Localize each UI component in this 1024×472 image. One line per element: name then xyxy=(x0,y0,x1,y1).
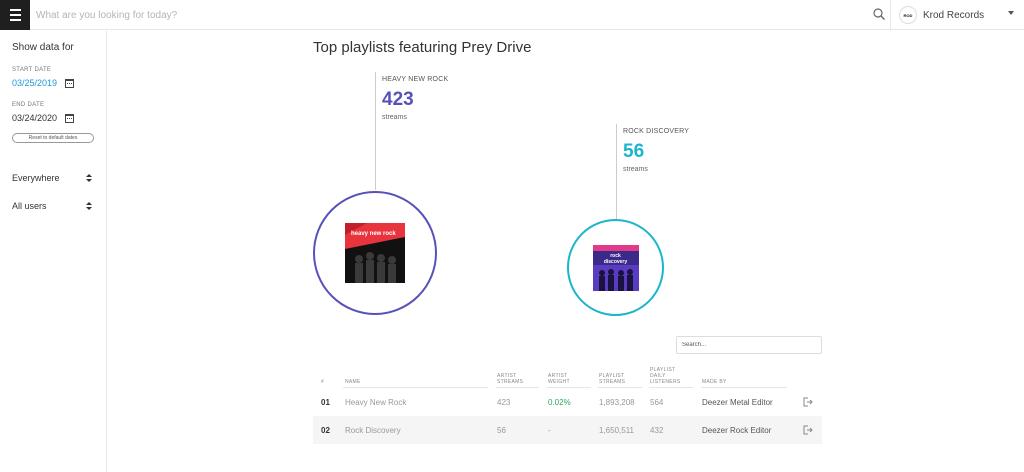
reset-dates-button[interactable]: Reset to default dates xyxy=(12,133,94,143)
calendar-icon[interactable] xyxy=(65,78,75,88)
page-title: Top playlists featuring Prey Drive xyxy=(313,39,532,56)
row-artist-weight: 0.02% xyxy=(548,398,571,407)
row-daily-listeners: 432 xyxy=(650,426,664,435)
callout-unit: streams xyxy=(623,166,648,173)
col-header-daily-listeners[interactable]: PLAYLIST DAILY LISTENERS xyxy=(650,367,688,385)
users-select-value: All users xyxy=(12,201,47,211)
callout-unit: streams xyxy=(382,114,407,121)
playlist-cover-heavy-new-rock: heavy new rock xyxy=(345,223,405,283)
start-date-value: 03/25/2019 xyxy=(12,78,58,88)
callout-playlist-name: HEAVY NEW ROCK xyxy=(382,76,449,83)
row-name: Heavy New Rock xyxy=(345,398,407,407)
row-number: 01 xyxy=(321,398,330,407)
row-artist-weight: - xyxy=(548,426,551,435)
start-date-picker[interactable]: 03/25/2019 xyxy=(12,78,94,88)
row-number: 02 xyxy=(321,426,330,435)
hamburger-menu-icon[interactable] xyxy=(0,0,30,30)
open-external-icon[interactable] xyxy=(803,425,813,435)
cover-title: rock discovery xyxy=(603,252,628,265)
end-date-label: END DATE xyxy=(12,102,45,108)
callout-playlist-name: ROCK DISCOVERY xyxy=(623,128,690,135)
table-row[interactable]: 02 Rock Discovery 56 - 1,650,511 432 Dee… xyxy=(313,416,822,444)
start-date-label: START DATE xyxy=(12,67,52,73)
row-name: Rock Discovery xyxy=(345,426,401,435)
end-date-picker[interactable]: 03/24/2020 xyxy=(12,113,94,123)
row-made-by: Deezer Metal Editor xyxy=(702,398,773,407)
row-daily-listeners: 564 xyxy=(650,398,664,407)
playlist-callout-heavy-new-rock: HEAVY NEW ROCK 423 streams xyxy=(375,72,449,190)
region-select-value: Everywhere xyxy=(12,173,60,183)
row-artist-streams: 423 xyxy=(497,398,511,407)
sidebar-title: Show data for xyxy=(12,42,74,53)
calendar-icon[interactable] xyxy=(65,113,75,123)
top-bar: ROD Krod Records xyxy=(0,0,1024,30)
open-external-icon[interactable] xyxy=(803,397,813,407)
col-header-name[interactable]: NAME xyxy=(345,379,361,385)
col-header-playlist-streams[interactable]: PLAYLIST STREAMS xyxy=(599,373,635,385)
row-playlist-streams: 1,650,511 xyxy=(599,426,634,435)
account-switcher[interactable]: ROD Krod Records xyxy=(890,0,1024,30)
select-arrows-icon xyxy=(86,174,92,182)
playlist-callout-rock-discovery: ROCK DISCOVERY 56 streams xyxy=(616,124,690,219)
col-header-artist-weight[interactable]: ARTIST WEIGHT xyxy=(548,373,582,385)
col-header-made-by[interactable]: MADE BY xyxy=(702,379,727,385)
col-header-artist-streams[interactable]: ARTIST STREAMS xyxy=(497,373,533,385)
callout-stream-count: 423 xyxy=(382,89,414,110)
playlist-cover-rock-discovery: rock discovery xyxy=(592,244,639,291)
table-header-row: # NAME ARTIST STREAMS ARTIST WEIGHT PLAY… xyxy=(313,360,822,388)
callout-stream-count: 56 xyxy=(623,141,645,162)
table-search-input[interactable] xyxy=(676,336,822,354)
users-select[interactable]: All users xyxy=(12,201,92,211)
playlist-bubble-heavy-new-rock[interactable]: heavy new rock xyxy=(313,191,437,315)
select-arrows-icon xyxy=(86,202,92,210)
label-logo: ROD xyxy=(899,6,917,24)
search-icon[interactable] xyxy=(872,7,886,21)
row-playlist-streams: 1,893,208 xyxy=(599,398,635,407)
row-artist-streams: 56 xyxy=(497,426,506,435)
playlists-table: # NAME ARTIST STREAMS ARTIST WEIGHT PLAY… xyxy=(313,360,822,444)
playlist-bubble-rock-discovery[interactable]: rock discovery xyxy=(567,219,664,316)
cover-title: heavy new rock xyxy=(351,231,396,237)
filter-sidebar: Show data for START DATE 03/25/2019 END … xyxy=(0,31,107,472)
account-name: Krod Records xyxy=(923,9,985,21)
global-search-input[interactable] xyxy=(36,0,856,30)
region-select[interactable]: Everywhere xyxy=(12,173,92,183)
end-date-value: 03/24/2020 xyxy=(12,113,58,123)
table-row[interactable]: 01 Heavy New Rock 423 0.02% 1,893,208 56… xyxy=(313,388,822,416)
chevron-down-icon xyxy=(1008,11,1014,15)
row-made-by: Deezer Rock Editor xyxy=(702,426,772,435)
col-header-number: # xyxy=(321,379,325,385)
